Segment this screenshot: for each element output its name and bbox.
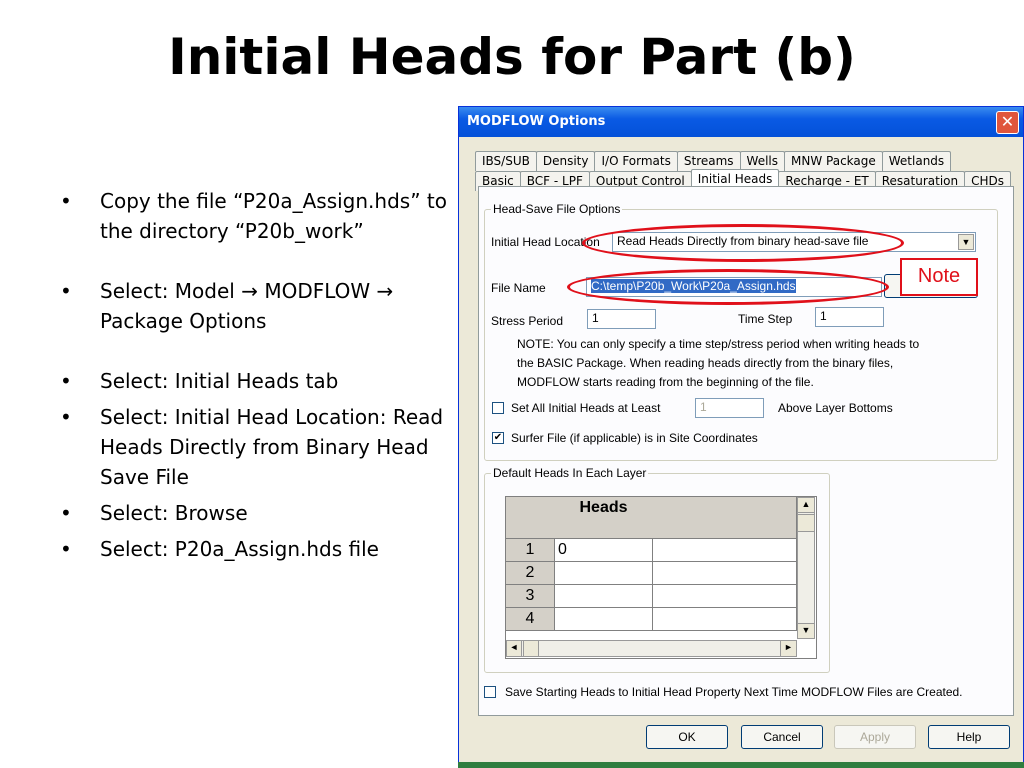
default-heads-grid[interactable]: Heads 1 0 2 3 4 ▲ ▼ ◄ ► (505, 496, 817, 659)
tab-ibs-sub[interactable]: IBS/SUB (475, 151, 537, 171)
horizontal-scrollbar[interactable] (506, 640, 797, 657)
grid-row-header: 4 (506, 608, 555, 631)
grid-cell[interactable] (555, 562, 653, 585)
stress-period-field[interactable]: 1 (587, 309, 656, 329)
scroll-down-icon[interactable]: ▼ (797, 623, 815, 639)
grid-cell[interactable] (652, 585, 797, 608)
surfer-site-coordinates-label: Surfer File (if applicable) is in Site C… (511, 431, 758, 445)
note-line: NOTE: You can only specify a time step/s… (517, 337, 920, 351)
dialog-titlebar[interactable]: MODFLOW Options ✕ (459, 107, 1023, 137)
time-step-label: Time Step (738, 312, 793, 326)
bullet-text: Copy the file “P20a_Assign.hds” to the d… (100, 189, 447, 243)
grid-cell[interactable] (652, 608, 797, 631)
grid-cell[interactable] (555, 608, 653, 631)
grid-cell[interactable] (652, 562, 797, 585)
bullet-icon: • (60, 405, 72, 429)
bullet-text: Select: P20a_Assign.hds file (100, 537, 379, 561)
time-step-field[interactable]: 1 (815, 307, 884, 327)
bullet-item: • Select: Model → MODFLOW → Package Optio… (60, 276, 460, 336)
grid-row-header: 1 (506, 539, 555, 562)
tab-density[interactable]: Density (535, 151, 596, 171)
save-starting-heads-label: Save Starting Heads to Initial Head Prop… (505, 685, 963, 699)
grid-cell[interactable] (652, 539, 797, 562)
slide-title: Initial Heads for Part (b) (168, 28, 856, 86)
apply-button[interactable]: Apply (834, 725, 916, 749)
scroll-up-icon[interactable]: ▲ (797, 497, 815, 513)
set-all-heads-field[interactable]: 1 (695, 398, 764, 418)
set-all-heads-checkbox[interactable] (492, 402, 504, 414)
stress-period-label: Stress Period (491, 314, 564, 328)
tab-row-upper: IBS/SUB Density I/O Formats Streams Well… (475, 151, 952, 171)
highlight-oval-file-name (567, 269, 889, 305)
save-starting-heads-checkbox[interactable] (484, 686, 496, 698)
ok-button[interactable]: OK (646, 725, 728, 749)
bullet-item: • Select: Browse (60, 498, 460, 528)
stress-period-value: 1 (592, 311, 599, 325)
chevron-down-icon[interactable]: ▼ (958, 234, 974, 250)
bullet-text: Select: Initial Heads tab (100, 369, 339, 393)
bullet-list: • Copy the file “P20a_Assign.hds” to the … (60, 186, 460, 570)
highlight-oval-location (582, 224, 904, 262)
grid-cell[interactable]: 0 (555, 539, 653, 562)
grid-corner (506, 497, 556, 539)
tab-io-formats[interactable]: I/O Formats (594, 151, 678, 171)
cancel-button[interactable]: Cancel (741, 725, 823, 749)
note-line: the BASIC Package. When reading heads di… (517, 356, 894, 370)
surfer-site-coordinates-checkbox[interactable]: ✔ (492, 432, 504, 444)
default-heads-legend: Default Heads In Each Layer (491, 466, 649, 480)
horizontal-scroll-thumb[interactable] (523, 640, 539, 657)
note-text: NOTE: You can only specify a time step/s… (517, 335, 919, 392)
head-save-legend: Head-Save File Options (491, 202, 623, 216)
bullet-item: • Select: Initial Head Location: Read Hea… (60, 402, 460, 492)
grid-row-header: 3 (506, 585, 555, 608)
bullet-text: Select: Model → MODFLOW → Package Option… (100, 279, 394, 333)
scroll-left-icon[interactable]: ◄ (506, 640, 522, 657)
close-icon[interactable]: ✕ (996, 111, 1019, 134)
bullet-icon: • (60, 537, 72, 561)
bullet-item: • Copy the file “P20a_Assign.hds” to the … (60, 186, 460, 246)
set-all-heads-label: Set All Initial Heads at Least (511, 401, 661, 415)
note-callout: Note (900, 258, 978, 296)
scroll-right-icon[interactable]: ► (780, 640, 797, 657)
bullet-icon: • (60, 369, 72, 393)
tab-mnw-package[interactable]: MNW Package (784, 151, 883, 171)
tab-streams[interactable]: Streams (676, 151, 741, 171)
tab-wells[interactable]: Wells (739, 151, 786, 171)
bullet-text: Select: Initial Head Location: Read Head… (100, 405, 444, 489)
grid-column-header-empty (652, 497, 797, 539)
time-step-value: 1 (820, 309, 827, 323)
bullet-icon: • (60, 501, 72, 525)
bullet-item: • Select: Initial Heads tab (60, 366, 460, 396)
scroll-thumb[interactable] (797, 514, 815, 532)
grid-cell[interactable] (555, 585, 653, 608)
background-window-strip (458, 762, 1024, 768)
help-button[interactable]: Help (928, 725, 1010, 749)
above-layer-bottoms-label: Above Layer Bottoms (778, 401, 893, 415)
bullet-item: • Select: P20a_Assign.hds file (60, 534, 460, 564)
file-name-label: File Name (491, 281, 546, 295)
grid-row-header: 2 (506, 562, 555, 585)
tab-wetlands[interactable]: Wetlands (881, 151, 952, 171)
dialog-title: MODFLOW Options (467, 114, 606, 129)
bullet-text: Select: Browse (100, 501, 248, 525)
bullet-icon: • (60, 189, 72, 213)
bullet-icon: • (60, 279, 72, 303)
note-line: MODFLOW starts reading from the beginnin… (517, 375, 814, 389)
set-all-heads-value: 1 (700, 400, 707, 414)
grid-column-header: Heads (555, 497, 653, 539)
